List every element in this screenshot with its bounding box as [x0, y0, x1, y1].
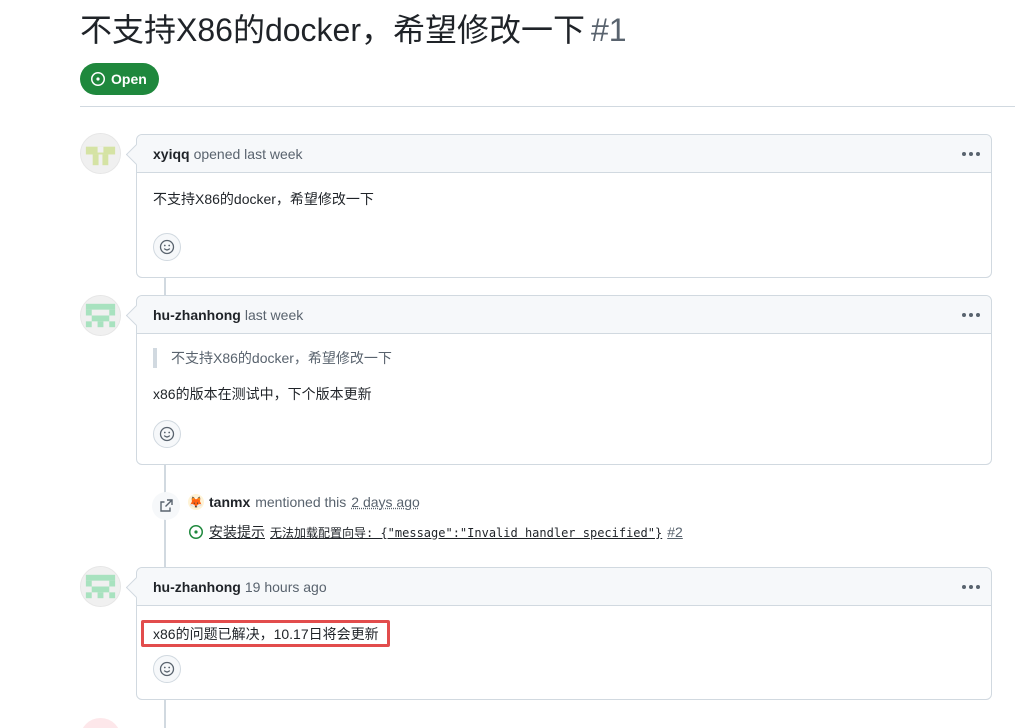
header-divider — [80, 106, 1015, 107]
avatar[interactable] — [80, 566, 121, 607]
comment-author[interactable]: hu-zhanhong — [153, 579, 241, 595]
identicon-green-icon — [81, 567, 120, 606]
issue-opened-icon — [188, 524, 204, 540]
comment-body: 不支持X86的docker，希望修改一下 x86的版本在测试中，下个版本更新 — [137, 334, 991, 420]
referenced-issue-number[interactable]: #2 — [667, 524, 683, 540]
avatar[interactable] — [80, 295, 121, 336]
comment-text: x86的版本在测试中，下个版本更新 — [153, 384, 975, 404]
comment-body: 不支持X86的docker，希望修改一下 — [137, 173, 991, 225]
event-actor[interactable]: tanmx — [209, 494, 250, 510]
referenced-issue-title[interactable]: 安装提示 — [209, 522, 265, 542]
comment-header: xyiqq opened last week — [137, 135, 991, 173]
issue-number: #1 — [591, 12, 627, 48]
comment-meta[interactable]: 19 hours ago — [245, 579, 327, 595]
fox-avatar-icon[interactable]: 🦊 — [188, 494, 204, 510]
identicon-green-yellow-icon — [81, 134, 120, 173]
avatar[interactable] — [80, 718, 121, 728]
issue-opened-icon — [90, 71, 106, 87]
smiley-icon — [159, 239, 175, 255]
comment-card: hu-zhanhong last week 不支持X86的docker，希望修改… — [136, 295, 992, 465]
issue-title-text: 不支持X86的docker，希望修改一下 — [80, 12, 585, 48]
comment-header: hu-zhanhong 19 hours ago — [137, 568, 991, 606]
mention-event: 🦊 tanmx mentioned this 2 days ago — [188, 494, 420, 510]
more-options-icon[interactable] — [961, 577, 981, 597]
comment-author[interactable]: xyiqq — [153, 146, 190, 162]
comment-card: xyiqq opened last week 不支持X86的docker，希望修… — [136, 134, 992, 278]
event-time[interactable]: 2 days ago — [351, 494, 420, 510]
more-options-icon[interactable] — [961, 144, 981, 164]
referenced-issue-detail[interactable]: 无法加载配置向导: {"message":"Invalid handler sp… — [270, 524, 662, 541]
comment-meta[interactable]: opened last week — [194, 146, 303, 162]
comment-header: hu-zhanhong last week — [137, 296, 991, 334]
add-reaction-button[interactable] — [153, 233, 181, 261]
timeline-connector — [164, 278, 166, 296]
identicon-green-icon — [81, 296, 120, 335]
issue-title: 不支持X86的docker，希望修改一下 #1 — [80, 10, 627, 50]
comment-quote: 不支持X86的docker，希望修改一下 — [153, 348, 975, 368]
highlight-annotation-box — [141, 620, 390, 647]
add-reaction-button[interactable] — [153, 420, 181, 448]
event-action: mentioned this — [255, 494, 346, 510]
issue-state-badge: Open — [80, 63, 159, 95]
avatar[interactable] — [80, 133, 121, 174]
comment-meta[interactable]: last week — [245, 307, 303, 323]
cross-reference-icon — [152, 492, 180, 520]
referenced-issue: 安装提示 无法加载配置向导: {"message":"Invalid handl… — [188, 522, 683, 542]
more-options-icon[interactable] — [961, 305, 981, 325]
smiley-icon — [159, 661, 175, 677]
comment-text: 不支持X86的docker，希望修改一下 — [153, 189, 975, 209]
comment-author[interactable]: hu-zhanhong — [153, 307, 241, 323]
issue-state-label: Open — [111, 71, 147, 87]
timeline-connector — [164, 699, 166, 728]
smiley-icon — [159, 426, 175, 442]
add-reaction-button[interactable] — [153, 655, 181, 683]
